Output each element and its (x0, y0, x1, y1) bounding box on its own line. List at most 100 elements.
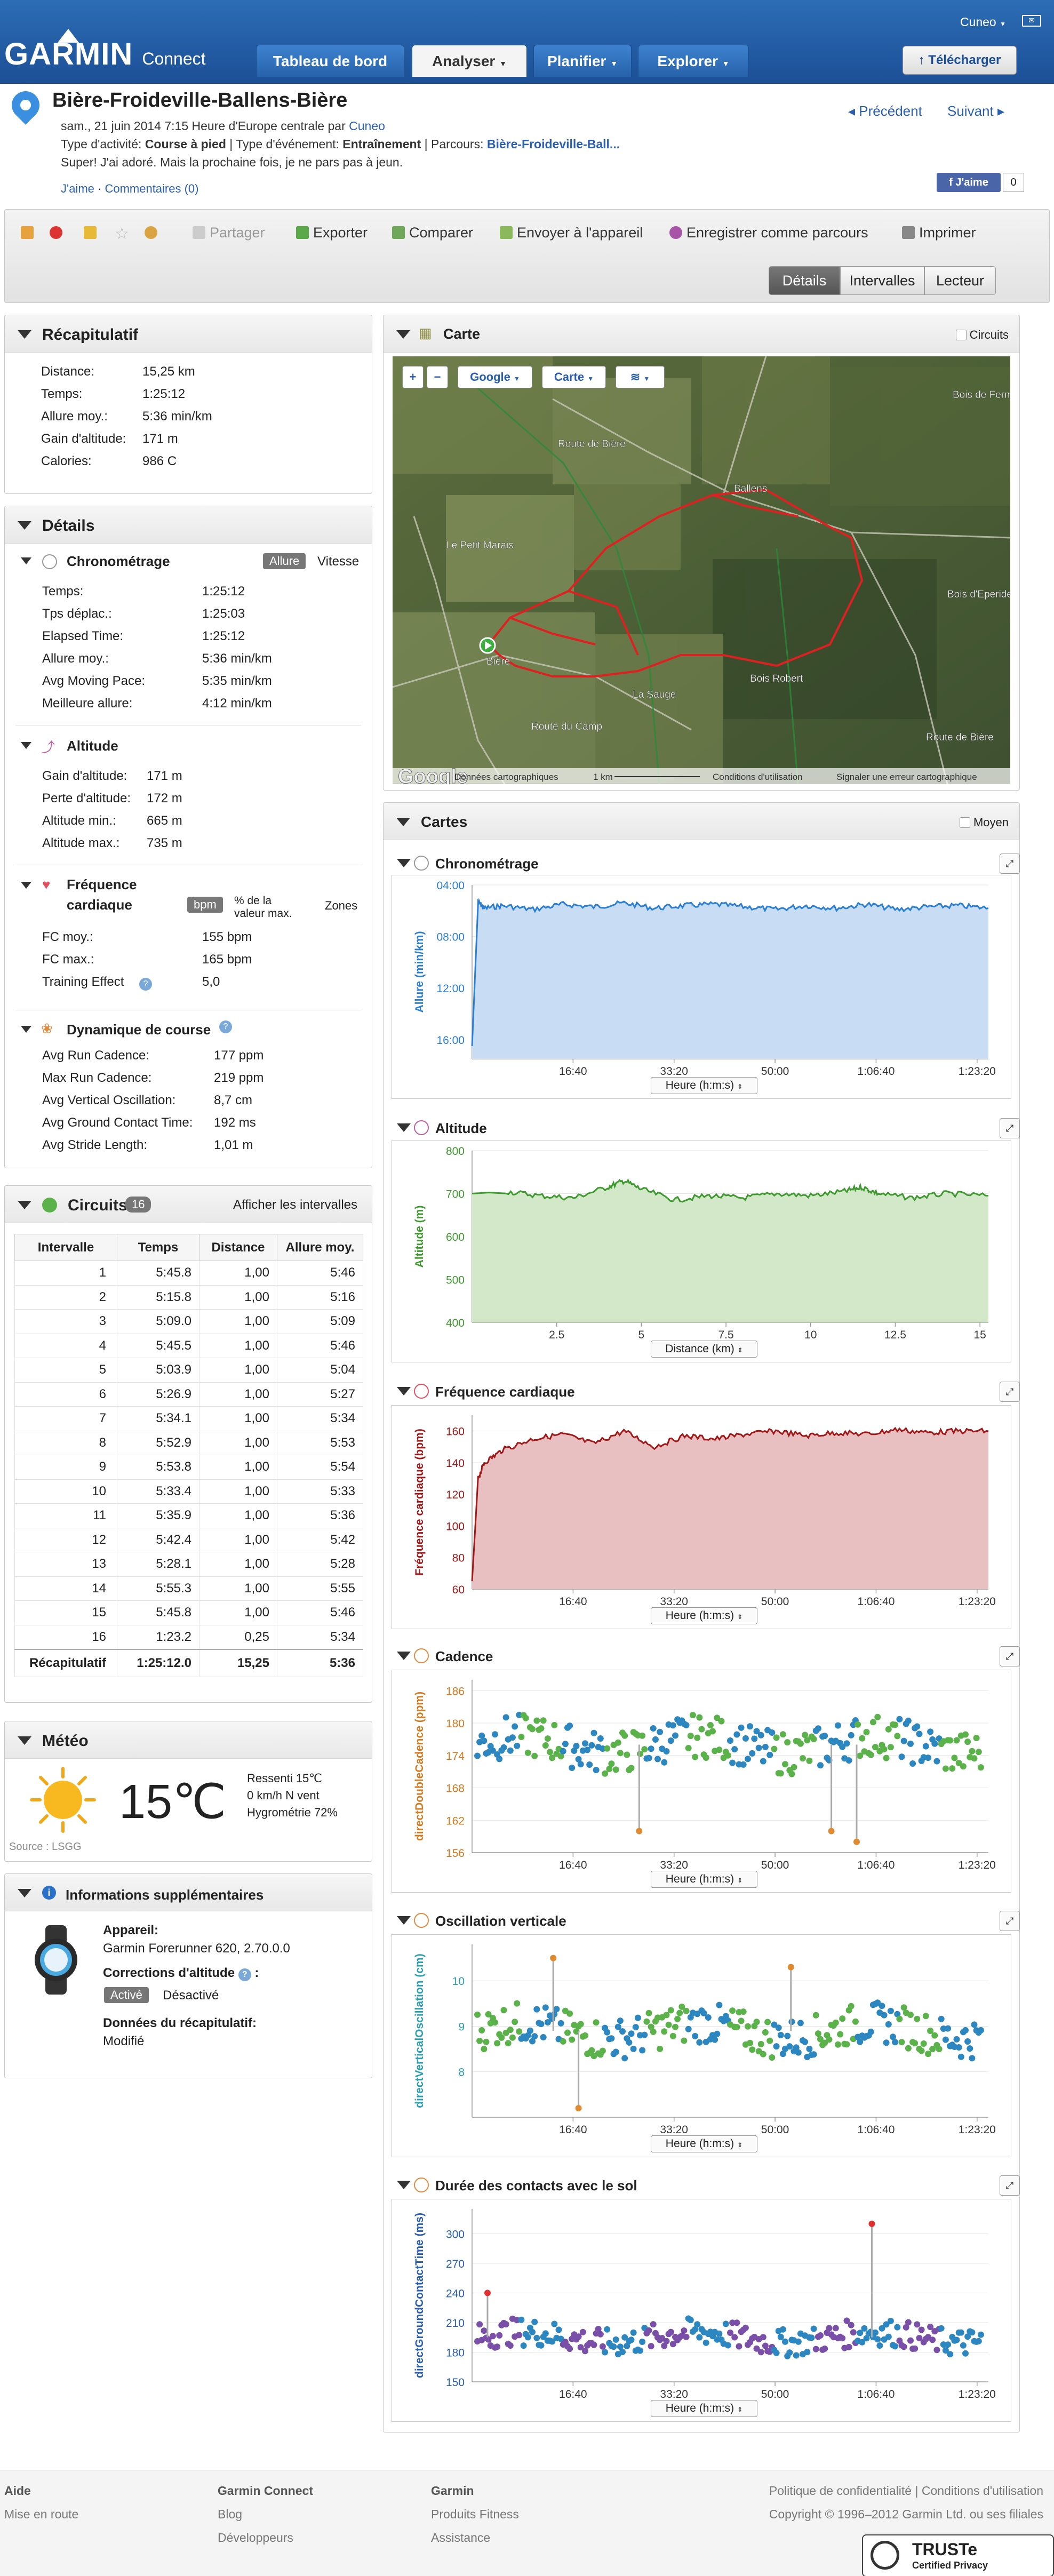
data-point[interactable] (582, 2032, 588, 2039)
data-point[interactable] (788, 2019, 795, 2025)
data-point[interactable] (582, 2348, 588, 2355)
data-point[interactable] (542, 1742, 549, 1749)
data-point[interactable] (933, 2347, 940, 2354)
collapse-icon[interactable] (396, 330, 410, 339)
data-point[interactable] (738, 1724, 745, 1731)
x-axis-select[interactable]: Heure (h:m:s) ⇕ (651, 1607, 757, 1624)
data-point[interactable] (566, 2346, 573, 2352)
data-point[interactable] (724, 1752, 731, 1759)
data-point[interactable] (507, 2342, 514, 2349)
data-point[interactable] (918, 2326, 925, 2333)
data-point[interactable] (531, 1752, 538, 1759)
footer-link-blog[interactable]: Blog (218, 2502, 313, 2526)
data-point[interactable] (894, 2324, 901, 2331)
data-point[interactable] (540, 2034, 547, 2040)
footer-policy-links[interactable]: Politique de confidentialité | Condition… (769, 2479, 1043, 2502)
data-point[interactable] (747, 1723, 754, 1730)
mail-icon[interactable]: ✉ (1022, 15, 1041, 27)
data-point[interactable] (957, 2329, 964, 2336)
data-point[interactable] (669, 1722, 676, 1729)
data-point[interactable] (898, 2039, 905, 2046)
data-point[interactable] (718, 1718, 725, 1725)
data-point[interactable] (716, 1746, 723, 1753)
data-point[interactable] (551, 1721, 558, 1728)
data-point[interactable] (806, 2045, 813, 2052)
data-point[interactable] (775, 2024, 782, 2031)
data-point[interactable] (867, 2028, 874, 2035)
data-point[interactable] (665, 2021, 672, 2028)
expand-icon[interactable]: ⤢ (1000, 2175, 1020, 2196)
data-point[interactable] (483, 2038, 490, 2045)
col-header-distance[interactable]: Distance (199, 1234, 277, 1261)
data-point[interactable] (551, 2320, 558, 2327)
data-point[interactable] (661, 2028, 668, 2035)
data-point[interactable] (654, 1756, 661, 1762)
lap-row[interactable]: 16 1:23.2 0,25 5:34 (14, 1624, 363, 1649)
data-point[interactable] (867, 1751, 874, 1758)
data-point[interactable] (597, 1735, 604, 1742)
data-point[interactable] (731, 2334, 738, 2341)
data-point[interactable] (784, 2032, 791, 2039)
data-point[interactable] (657, 1728, 664, 1735)
collapse-icon[interactable] (21, 1026, 31, 1033)
data-point[interactable] (845, 2343, 852, 2350)
data-point[interactable] (524, 1749, 531, 1756)
data-point[interactable] (812, 2012, 819, 2019)
data-point[interactable] (835, 1722, 841, 1729)
data-point[interactable] (729, 1759, 736, 1766)
chart-header[interactable]: Altitude ⤢ (383, 1114, 1020, 1144)
data-point[interactable] (502, 1714, 509, 1721)
data-point[interactable] (832, 2325, 839, 2332)
data-point[interactable] (977, 2027, 984, 2033)
data-point[interactable] (925, 1754, 931, 1761)
star-icon[interactable]: ☆ (115, 225, 129, 243)
data-point[interactable] (898, 1753, 905, 1760)
chart-header[interactable]: Durée des contacts avec le sol ⤢ (383, 2171, 1020, 2201)
data-point[interactable] (542, 2330, 549, 2337)
data-point[interactable] (887, 2007, 894, 2014)
data-point[interactable] (883, 1754, 890, 1761)
data-point[interactable] (749, 2046, 756, 2053)
data-point[interactable] (494, 2343, 501, 2350)
speed-toggle[interactable]: Vitesse (317, 554, 359, 569)
data-point[interactable] (509, 2034, 516, 2041)
data-point[interactable] (964, 2038, 971, 2045)
collapse-icon[interactable] (21, 882, 31, 889)
export-button[interactable]: Exporter (296, 225, 368, 241)
data-point[interactable] (751, 1735, 758, 1742)
laps-header[interactable]: Circuits 16 Afficher les intervalles (5, 1186, 372, 1223)
data-point[interactable] (507, 1747, 514, 1754)
data-point[interactable] (729, 2007, 736, 2014)
data-point[interactable] (724, 2342, 731, 2349)
collapse-icon[interactable] (18, 1889, 31, 1897)
data-point[interactable] (514, 1742, 521, 1749)
data-point[interactable] (712, 2036, 718, 2043)
data-point[interactable] (747, 2039, 754, 2046)
data-point[interactable] (955, 2044, 962, 2051)
data-point[interactable] (702, 2339, 709, 2346)
chart-svg[interactable]: 04:00 08:00 12:00 16:00 Allure (min/km) 16:40… (392, 875, 1012, 1099)
lap-row[interactable]: 2 5:15.8 1,00 5:16 (14, 1285, 363, 1310)
collapse-icon[interactable] (21, 557, 31, 564)
data-point[interactable] (696, 2334, 703, 2341)
data-point[interactable] (547, 1749, 553, 1756)
data-point[interactable] (481, 2327, 488, 2334)
data-point[interactable] (617, 2017, 624, 2024)
x-axis-select[interactable]: Heure (h:m:s) ⇕ (651, 2400, 757, 2417)
zoom-out-button[interactable]: − (427, 366, 448, 388)
map-canvas[interactable]: Bois de Fermens Ballens Bois d'Eperides … (393, 356, 1010, 784)
share-button[interactable]: Partager (193, 225, 265, 241)
data-point[interactable] (962, 1731, 969, 1738)
data-point[interactable] (777, 2031, 784, 2038)
data-point[interactable] (733, 2024, 740, 2030)
data-point[interactable] (762, 2029, 769, 2036)
data-point[interactable] (599, 2047, 606, 2054)
data-point[interactable] (478, 2027, 485, 2033)
data-point[interactable] (975, 2338, 982, 2344)
data-point[interactable] (481, 2046, 488, 2053)
data-point[interactable] (579, 2328, 586, 2335)
data-point[interactable] (896, 1716, 903, 1722)
data-point[interactable] (755, 1744, 762, 1751)
data-point[interactable] (786, 2043, 793, 2050)
data-point[interactable] (542, 2004, 549, 2011)
